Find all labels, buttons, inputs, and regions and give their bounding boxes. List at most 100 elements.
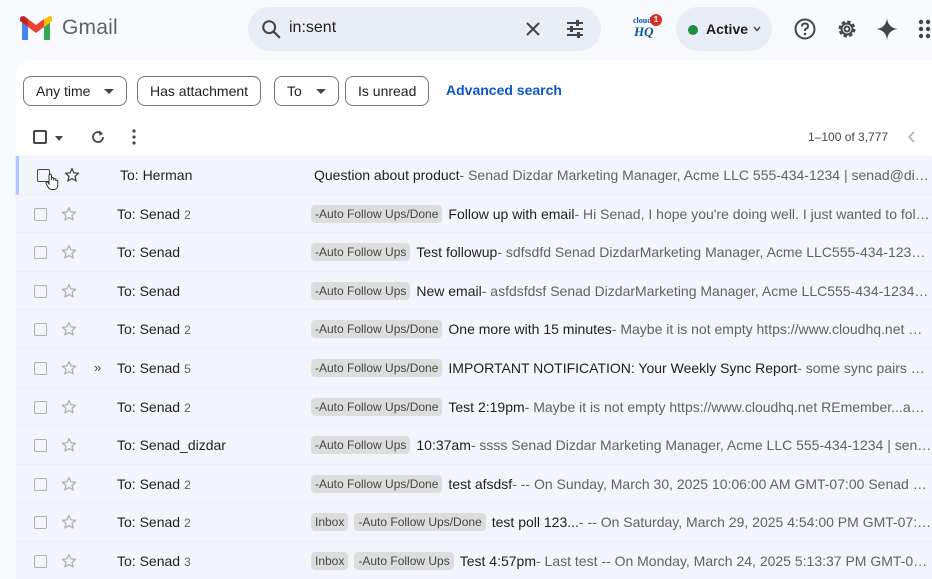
label-chip[interactable]: -Auto Follow Ups <box>311 243 411 262</box>
row-content[interactable]: Inbox -Auto Follow Ups/Done test poll 123… <box>311 503 932 541</box>
table-row[interactable]: To: Senad 3 Inbox -Auto Follow Ups Test 4:… <box>16 541 932 579</box>
label-chip[interactable]: -Auto Follow Ups <box>311 281 411 300</box>
search-bar[interactable]: in:sent <box>248 7 601 51</box>
row-checkbox[interactable] <box>34 361 47 375</box>
row-content[interactable]: Inbox -Auto Follow Ups Test 4:57pm - Last… <box>311 542 932 579</box>
table-row[interactable]: To: Senad 2 Inbox -Auto Follow Ups/Done te… <box>16 503 932 542</box>
row-checkbox[interactable] <box>34 323 47 337</box>
row-subject: Test followup <box>416 244 498 261</box>
row-recipient: To: Senad_dizdar <box>117 437 226 453</box>
label-chip[interactable]: -Auto Follow Ups/Done <box>311 204 443 223</box>
advanced-search-link[interactable]: Advanced search <box>446 82 562 98</box>
filter-any-time[interactable]: Any time <box>23 76 128 106</box>
more-vert-icon[interactable] <box>131 128 137 146</box>
mail-list-panel: Any time Has attachment To Is unread Adv… <box>16 60 932 579</box>
row-checkbox[interactable] <box>34 284 47 298</box>
filter-has-attachment[interactable]: Has attachment <box>137 76 262 106</box>
row-subject: Follow up with email <box>448 205 575 222</box>
select-all-checkbox[interactable] <box>33 130 47 144</box>
row-recipient: To: Senad 2 <box>117 206 191 222</box>
label-chip[interactable]: -Auto Follow Ups/Done <box>354 513 486 532</box>
row-content[interactable]: -Auto Follow Ups 10:37am - ssss Senad Di… <box>311 426 932 464</box>
close-icon[interactable] <box>524 20 542 38</box>
row-recipient: To: Senad 2 <box>117 399 191 415</box>
row-content[interactable]: -Auto Follow Ups/Done Follow up with ema… <box>311 195 932 233</box>
search-input[interactable]: in:sent <box>289 19 336 37</box>
row-content[interactable]: -Auto Follow Ups/Done IMPORTANT NOTIFICA… <box>311 349 932 387</box>
thread-count: 2 <box>184 477 191 492</box>
star-icon[interactable] <box>61 553 77 569</box>
table-row[interactable]: To: Herman Question about product - Sena… <box>16 156 932 195</box>
row-checkbox[interactable] <box>34 246 47 260</box>
row-snippet: - -- On Saturday, March 29, 2025 4:54:00… <box>578 514 932 531</box>
row-checkbox[interactable] <box>34 516 47 530</box>
table-row[interactable]: To: Senad 2 -Auto Follow Ups/Done Test 2:… <box>16 387 932 427</box>
row-checkbox[interactable] <box>34 400 47 414</box>
row-snippet: - ssss Senad Dizdar Marketing Manager, A… <box>470 437 932 454</box>
table-row[interactable]: To: Senad_dizdar -Auto Follow Ups 10:37a… <box>16 426 932 465</box>
importance-marker-icon[interactable]: » <box>94 360 101 375</box>
status-selector[interactable]: Active <box>676 7 772 51</box>
table-row[interactable]: To: Senad 2 -Auto Follow Ups/Done Follow … <box>16 194 932 234</box>
star-icon[interactable] <box>61 283 77 299</box>
star-icon[interactable] <box>61 360 77 376</box>
thread-count: 2 <box>184 400 191 415</box>
search-icon[interactable] <box>260 18 282 40</box>
row-checkbox[interactable] <box>34 439 47 453</box>
row-checkbox[interactable] <box>34 477 47 491</box>
label-chip[interactable]: -Auto Follow Ups <box>354 551 454 570</box>
table-row[interactable]: » To: Senad 5 -Auto Follow Ups/Done IMPOR… <box>16 348 932 388</box>
label-chip[interactable]: -Auto Follow Ups/Done <box>311 320 443 339</box>
star-icon[interactable] <box>61 399 77 415</box>
caret-down-icon <box>315 88 326 94</box>
star-icon[interactable] <box>61 514 77 530</box>
table-row[interactable]: To: Senad -Auto Follow Ups New email - a… <box>16 271 932 311</box>
recipient-text: To: Senad <box>117 282 181 299</box>
row-subject: 10:37am <box>416 437 471 454</box>
row-checkbox[interactable] <box>34 207 47 221</box>
table-row[interactable]: To: Senad -Auto Follow Ups Test followup… <box>16 233 932 272</box>
recipient-text: To: Senad <box>117 552 181 569</box>
row-content[interactable]: Question about product - Senad Dizdar Ma… <box>314 156 932 194</box>
refresh-icon[interactable] <box>89 128 107 146</box>
status-dot <box>688 25 698 35</box>
row-subject: One more with 15 minutes <box>448 321 612 338</box>
help-icon[interactable] <box>793 17 817 41</box>
filter-to[interactable]: To <box>274 76 339 106</box>
row-content[interactable]: -Auto Follow Ups Test followup - sdfsdfd… <box>311 233 932 271</box>
label-chip[interactable]: Inbox <box>311 551 349 570</box>
star-icon[interactable] <box>61 244 77 260</box>
row-content[interactable]: -Auto Follow Ups/Done Test 2:19pm - Mayb… <box>311 388 932 426</box>
cloudhq-extension-icon[interactable]: cloud HQ 1 <box>632 14 662 42</box>
label-chip[interactable]: -Auto Follow Ups <box>311 436 411 455</box>
table-row[interactable]: To: Senad 2 -Auto Follow Ups/Done test af… <box>16 464 932 504</box>
label-chip[interactable]: -Auto Follow Ups/Done <box>311 397 443 416</box>
label-chip[interactable]: -Auto Follow Ups/Done <box>311 474 443 493</box>
row-subject: Question about product <box>314 167 460 183</box>
filter-any-time-label: Any time <box>36 83 91 99</box>
sparkle-icon[interactable] <box>875 17 899 41</box>
label-chip[interactable]: Inbox <box>311 513 349 532</box>
tune-icon[interactable] <box>564 18 586 40</box>
recipient-text: To: Senad_dizdar <box>117 437 226 454</box>
star-icon[interactable] <box>61 476 77 492</box>
select-menu-caret-icon[interactable] <box>55 136 63 141</box>
row-recipient: To: Senad 2 <box>117 476 191 492</box>
row-content[interactable]: -Auto Follow Ups/Done One more with 15 m… <box>311 310 932 348</box>
label-chip[interactable]: -Auto Follow Ups/Done <box>311 358 443 377</box>
row-content[interactable]: -Auto Follow Ups New email - asfdsfdsf S… <box>311 272 932 310</box>
row-checkbox[interactable] <box>34 554 47 568</box>
star-icon[interactable] <box>61 437 77 453</box>
chevron-left-icon[interactable] <box>906 130 918 144</box>
star-icon[interactable] <box>61 206 77 222</box>
row-content[interactable]: -Auto Follow Ups/Done test afsdsf - -- O… <box>311 465 932 503</box>
row-snippet: - Last test -- On Monday, March 24, 2025… <box>536 552 932 569</box>
gear-icon[interactable] <box>835 17 859 41</box>
table-row[interactable]: To: Senad 2 -Auto Follow Ups/Done One mor… <box>16 310 932 349</box>
filter-is-unread[interactable]: Is unread <box>345 76 430 106</box>
star-icon[interactable] <box>61 321 77 337</box>
thread-count: 3 <box>184 554 191 569</box>
gmail-logo[interactable]: Gmail <box>20 16 118 40</box>
apps-grid-icon[interactable] <box>916 17 932 41</box>
star-icon[interactable] <box>64 167 80 183</box>
